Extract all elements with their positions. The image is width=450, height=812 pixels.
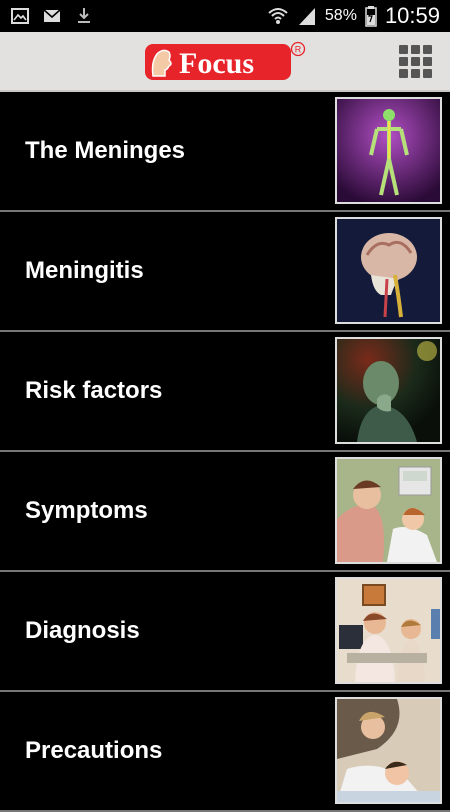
brain-head-thumbnail [335, 217, 442, 324]
list-item-label: Symptoms [25, 497, 148, 524]
list-item-precautions[interactable]: Precautions [0, 692, 450, 812]
doctor-consultation-illustration [337, 579, 440, 682]
doctor-consultation-thumbnail [335, 577, 442, 684]
brain-head-illustration [337, 219, 440, 322]
svg-text:Focus: Focus [179, 47, 254, 80]
list-item-the-meninges[interactable]: The Meninges [0, 92, 450, 212]
svg-text:R: R [295, 45, 302, 55]
list-item-label: The Meninges [25, 137, 186, 164]
grid-menu-icon [399, 45, 408, 54]
battery-percent: 58% [324, 7, 357, 24]
parent-child-fever-illustration [337, 459, 440, 562]
list-item-diagnosis[interactable]: Diagnosis [0, 572, 450, 692]
list-item-meningitis[interactable]: Meningitis [0, 212, 450, 332]
mail-icon [43, 9, 61, 22]
wifi-icon [268, 8, 288, 24]
app-header: Focus R [0, 32, 450, 92]
battery-icon [365, 6, 377, 27]
nervous-system-thumbnail [335, 97, 442, 204]
grid-menu-button[interactable] [399, 45, 432, 78]
nervous-system-illustration [337, 99, 440, 202]
notification-icons [10, 6, 94, 26]
mother-child-care-thumbnail [335, 697, 442, 804]
signal-icon [298, 8, 315, 25]
download-icon [78, 8, 90, 23]
list-item-label: Precautions [25, 737, 163, 764]
topic-list: The Meninges Meningitis Risk factors Sym… [0, 92, 450, 812]
sick-man-thumbnail [335, 337, 442, 444]
mother-child-care-illustration [337, 699, 440, 802]
system-status: 58% 10:59 [267, 3, 440, 29]
focus-logo: Focus R [145, 41, 306, 80]
list-item-risk-factors[interactable]: Risk factors [0, 332, 450, 452]
clock: 10:59 [384, 3, 440, 28]
list-item-label: Diagnosis [25, 617, 140, 644]
sick-man-illustration [337, 339, 440, 442]
list-item-label: Risk factors [25, 377, 163, 404]
gallery-icon [11, 8, 29, 24]
list-item-label: Meningitis [25, 257, 144, 284]
list-item-symptoms[interactable]: Symptoms [0, 452, 450, 572]
parent-child-fever-thumbnail [335, 457, 442, 564]
status-bar: 58% 10:59 [0, 0, 450, 32]
